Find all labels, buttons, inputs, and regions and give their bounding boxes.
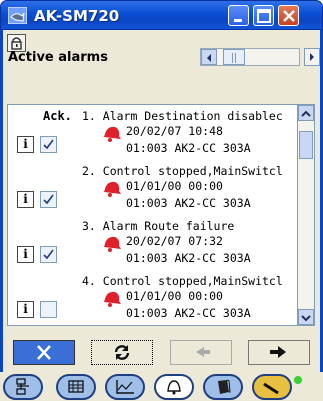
nav-network-button[interactable]	[3, 374, 43, 400]
arrow-right-icon	[270, 346, 286, 358]
app-icon	[8, 7, 27, 24]
ack-checkbox[interactable]	[40, 136, 57, 153]
alarm-title: 4. Control stopped,MainSwitcl	[82, 274, 283, 288]
info-button[interactable]: i	[17, 246, 34, 263]
book-icon	[218, 379, 231, 394]
alarm-address: 01:003 AK2-CC 303A	[126, 196, 251, 210]
alarm-bell-icon	[104, 126, 121, 142]
alarm-title: 1. Alarm Destination disablec	[82, 109, 283, 123]
nav-grid-button[interactable]	[56, 374, 96, 400]
chevron-up-icon	[301, 110, 311, 117]
grip-icon	[232, 53, 236, 63]
checkmark-icon	[43, 139, 54, 150]
next-button[interactable]	[248, 340, 310, 365]
scroll-right-button[interactable]	[304, 48, 320, 66]
table-icon	[68, 380, 84, 393]
arrow-right-icon	[310, 53, 314, 61]
maximize-icon	[257, 9, 271, 23]
scroll-thumb[interactable]	[223, 49, 245, 65]
horizontal-scrollbar[interactable]	[200, 48, 300, 66]
ack-checkbox[interactable]	[40, 301, 57, 318]
minimize-icon	[234, 19, 242, 22]
alarm-address: 01:003 AK2-CC 303A	[126, 306, 251, 320]
refresh-button[interactable]	[91, 340, 153, 365]
minimize-button[interactable]	[228, 5, 249, 26]
scroll-down-button[interactable]	[298, 309, 314, 325]
list-item[interactable]: 2. Control stopped,MainSwitcl 01/01/00 0…	[8, 164, 297, 220]
alarm-bell-icon	[104, 181, 121, 197]
alarm-bell-icon	[104, 291, 121, 307]
alarm-date: 01/01/00 00:00	[126, 289, 223, 303]
title-bar: AK-SM720	[0, 0, 323, 30]
nav-chart-button[interactable]	[105, 374, 145, 400]
alarm-title: 2. Control stopped,MainSwitcl	[82, 164, 283, 178]
previous-button[interactable]	[170, 340, 232, 365]
arrow-left-icon	[196, 347, 210, 357]
nav-manual-button[interactable]	[203, 374, 243, 400]
vertical-scrollbar[interactable]	[298, 104, 315, 326]
delete-button[interactable]	[13, 340, 75, 365]
scroll-left-button[interactable]	[201, 49, 217, 65]
alarm-date: 20/02/07 10:48	[126, 124, 223, 138]
alarm-bell-icon	[104, 236, 121, 252]
chart-icon	[116, 380, 134, 394]
vertical-scroll-thumb[interactable]	[299, 131, 313, 159]
alarm-title: 3. Alarm Route failure	[82, 219, 235, 233]
list-item[interactable]: 3. Alarm Route failure 20/02/07 07:32 01…	[8, 219, 297, 275]
nav-alarm-button[interactable]	[154, 374, 194, 400]
ack-checkbox[interactable]	[40, 191, 57, 208]
refresh-icon	[114, 345, 130, 360]
close-button[interactable]	[278, 5, 299, 26]
alarm-address: 01:003 AK2-CC 303A	[126, 251, 251, 265]
list-item[interactable]: 4. Control stopped,MainSwitcl 01/01/00 0…	[8, 274, 297, 325]
action-bar	[7, 340, 314, 366]
info-button[interactable]: i	[17, 136, 34, 153]
alarm-list[interactable]: Ack. 1. Alarm Destination disablec 20/02…	[7, 104, 298, 326]
alarm-address: 01:003 AK2-CC 303A	[126, 141, 251, 155]
network-icon	[16, 378, 29, 395]
checkmark-icon	[43, 194, 54, 205]
bell-icon	[167, 380, 181, 395]
chevron-down-icon	[301, 315, 311, 322]
info-button[interactable]: i	[17, 301, 34, 318]
close-icon	[283, 10, 295, 22]
alarm-date: 20/02/07 07:32	[126, 234, 223, 248]
ack-checkbox[interactable]	[40, 246, 57, 263]
checkmark-icon	[43, 249, 54, 260]
page-title: Active alarms	[8, 50, 108, 65]
bottom-nav	[0, 372, 323, 401]
status-indicator	[294, 376, 302, 384]
maximize-button[interactable]	[253, 5, 274, 26]
arrow-left-icon	[207, 54, 211, 62]
list-item[interactable]: 1. Alarm Destination disablec 20/02/07 1…	[8, 109, 297, 165]
window-title: AK-SM720	[34, 7, 120, 25]
nav-tools-button[interactable]	[252, 374, 292, 400]
alarm-date: 01/01/00 00:00	[126, 179, 223, 193]
cross-icon	[37, 345, 51, 360]
info-button[interactable]: i	[17, 191, 34, 208]
scroll-up-button[interactable]	[298, 105, 314, 121]
wrench-icon	[263, 382, 279, 395]
